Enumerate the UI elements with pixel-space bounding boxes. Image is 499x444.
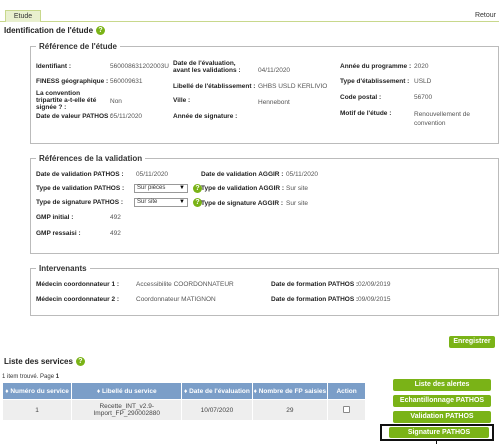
- convention-label: La convention tripartite a-t-elle été si…: [36, 90, 97, 111]
- services-table: ♦ Numéro du service ♦ Libellé du service…: [1, 382, 366, 421]
- signature-pathos-button[interactable]: Signature PATHOS: [389, 427, 489, 438]
- date-eval-label: Date de l'évaluation, avant les validati…: [173, 60, 241, 74]
- tab-bar: [0, 0, 499, 22]
- formation-1-value: 02/09/2019: [358, 281, 391, 288]
- validation-pathos-button[interactable]: Validation PATHOS: [393, 411, 491, 423]
- code-postal-label: Code postal :: [340, 94, 382, 101]
- sampling-pathos-button[interactable]: Echantillonnage PATHOS: [393, 395, 491, 407]
- alert-list-button[interactable]: Liste des alertes: [393, 379, 491, 391]
- row-select-checkbox[interactable]: [343, 405, 351, 413]
- back-link[interactable]: Retour: [475, 12, 496, 19]
- annee-programme-label: Année du programme :: [340, 63, 412, 70]
- items-found-text: 1 item trouvé. Page: [2, 374, 55, 380]
- cell-libelle: Recette_INT_v2.9-Import_FP_290002880: [71, 399, 183, 421]
- type-validation-aggir-value: Sur site: [286, 185, 309, 192]
- date-validation-aggir-value: 05/11/2020: [286, 171, 319, 178]
- finess-value: 560009631: [110, 78, 143, 85]
- help-icon[interactable]: ?: [75, 357, 85, 367]
- convention-value: Non: [110, 98, 122, 105]
- date-validation-aggir-label: Date de validation AGGIR :: [201, 171, 284, 178]
- page-title: Identification de l'étude?: [4, 26, 106, 36]
- col-numero-header[interactable]: ♦ Numéro du service: [1, 382, 73, 400]
- gmp-initial-value: 492: [110, 214, 121, 221]
- motif-label: Motif de l'étude :: [340, 110, 392, 117]
- date-validation-pathos-label: Date de validation PATHOS :: [36, 171, 124, 178]
- etude-reference-legend: Référence de l'étude: [36, 42, 120, 51]
- type-validation-pathos-selected: Sur pièces: [137, 185, 166, 191]
- formation-2-label: Date de formation PATHOS :: [271, 296, 359, 303]
- type-signature-pathos-label: Type de signature PATHOS :: [36, 199, 124, 206]
- formation-2-value: 09/09/2015: [358, 296, 391, 303]
- table-row[interactable]: 1 Recette_INT_v2.9-Import_FP_290002880 1…: [1, 399, 366, 421]
- save-button[interactable]: Enregistrer: [449, 336, 495, 348]
- libelle-label: Libellé de l'établissement :: [173, 83, 256, 90]
- intervenants-panel: [30, 268, 499, 316]
- code-postal-value: 56700: [414, 94, 433, 101]
- col-libelle-header[interactable]: ♦ Libellé du service: [71, 382, 183, 400]
- intervenants-legend: Intervenants: [36, 264, 90, 273]
- type-validation-pathos-label: Type de validation PATHOS :: [36, 185, 125, 192]
- type-signature-pathos-select[interactable]: Sur site ▼: [134, 198, 188, 207]
- cell-numero: 1: [1, 399, 73, 421]
- gmp-ressaisi-label: GMP ressaisi :: [36, 230, 81, 237]
- page-number[interactable]: 1: [56, 374, 59, 380]
- chevron-down-icon: ▼: [179, 185, 185, 191]
- help-icon[interactable]: ?: [96, 26, 106, 36]
- chevron-down-icon: ▼: [179, 199, 185, 205]
- date-validation-pathos-value: 05/11/2020: [136, 171, 169, 178]
- motif-value: Renouvellement de convention: [414, 111, 471, 127]
- coordonnateur-1-value: Accessibilite COORDONNATEUR: [136, 281, 234, 288]
- formation-1-label: Date de formation PATHOS :: [271, 281, 359, 288]
- ville-value: Hennebont: [258, 99, 290, 106]
- table-header-row: ♦ Numéro du service ♦ Libellé du service…: [1, 382, 366, 400]
- type-etablissement-label: Type d'établissement :: [340, 78, 410, 85]
- annee-signature-label: Année de signature :: [173, 113, 238, 120]
- cell-action: [327, 399, 366, 421]
- date-valeur-label: Date de valeur PATHOS :: [36, 113, 113, 120]
- date-valeur-value: 05/11/2020: [110, 113, 143, 120]
- annee-programme-value: 2020: [414, 63, 429, 70]
- cell-nombre: 29: [251, 399, 329, 421]
- page-title-text: Identification de l'étude: [4, 26, 94, 35]
- coordonnateur-2-value: Coordonnateur MATIGNON: [136, 296, 216, 303]
- coordonnateur-2-label: Médecin coordonnateur 2 :: [36, 296, 120, 303]
- gmp-ressaisi-value: 492: [110, 230, 121, 237]
- tab-etude[interactable]: Etude: [5, 10, 41, 22]
- cell-date: 10/07/2020: [181, 399, 253, 421]
- col-date-header[interactable]: ♦ Date de l'évaluation: [181, 382, 253, 400]
- pagination-info: 1 item trouvé. Page 1: [2, 374, 59, 380]
- finess-label: FINESS géographique :: [36, 78, 109, 85]
- type-validation-pathos-select[interactable]: Sur pièces ▼: [134, 184, 188, 193]
- coordonnateur-1-label: Médecin coordonnateur 1 :: [36, 281, 120, 288]
- type-signature-aggir-label: Type de signature AGGIR :: [201, 200, 283, 207]
- type-validation-aggir-label: Type de validation AGGIR :: [201, 185, 285, 192]
- gmp-initial-label: GMP initial :: [36, 214, 74, 221]
- identifiant-label: Identifiant :: [36, 63, 72, 70]
- type-signature-pathos-selected: Sur site: [137, 199, 158, 205]
- col-action-header: Action: [327, 382, 366, 400]
- libelle-value: GHBS USLD KERLIVIO: [258, 83, 328, 90]
- type-signature-aggir-value: Sur site: [286, 200, 309, 207]
- date-eval-value: 04/11/2020: [258, 67, 291, 74]
- services-title: Liste des services?: [4, 357, 85, 367]
- validation-reference-legend: Références de la validation: [36, 154, 146, 163]
- services-title-text: Liste des services: [4, 357, 73, 366]
- col-nombre-header[interactable]: ♦ Nombre de FP saisies: [251, 382, 329, 400]
- type-etablissement-value: USLD: [414, 78, 432, 85]
- identifiant-value: 560008631202003U: [110, 63, 169, 70]
- ville-label: Ville :: [173, 97, 191, 104]
